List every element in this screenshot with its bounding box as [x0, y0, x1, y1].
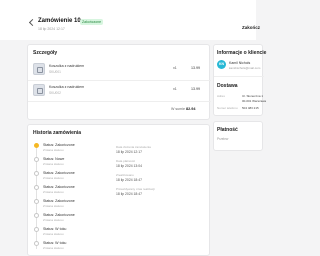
product-row[interactable]: Koszulka z nadrukiem SKU002 x1 13.99: [33, 84, 205, 98]
details-title: Szczegóły: [33, 50, 58, 56]
timeline-dot-icon: [34, 143, 39, 148]
phone-label: Numer telefonu: [217, 106, 238, 110]
payment-title: Płatność: [217, 127, 238, 133]
product-image-icon: [33, 63, 45, 75]
timeline-source: Zmiana statusu: [43, 232, 64, 236]
client-name[interactable]: Kamil Nichols: [229, 61, 250, 65]
payment-method: Przelew: [217, 137, 229, 141]
divider: [214, 76, 264, 77]
details-card: Szczegóły Koszulka z nadrukiem SKU001 x1…: [27, 44, 211, 120]
product-row[interactable]: Koszulka z nadrukiem SKU001 x1 13.99: [33, 63, 205, 77]
address-label: Adres: [217, 94, 225, 98]
timeline-status: Status: Nowe: [43, 157, 65, 161]
product-name: Koszulka z nadrukiem: [49, 85, 85, 89]
timeline-dot-icon: [34, 199, 39, 204]
timeline-dot-icon: [34, 241, 39, 246]
product-name: Koszulka z nadrukiem: [49, 64, 85, 68]
payment-card: Płatność Przelew: [213, 121, 263, 151]
address-line-1: Ul. Słoneczna 1: [242, 94, 264, 98]
timeline-source: Zmiana statusu: [43, 148, 64, 152]
divider: [28, 101, 211, 102]
product-quantity: x1: [173, 87, 177, 91]
page-title: Zamówienie 10: [38, 18, 81, 24]
page-header: Zamówienie 10 Zakończone 18 lip 2024 12:…: [0, 0, 260, 40]
delivery-title: Dostawa: [217, 83, 238, 89]
complete-button[interactable]: Zakończ: [242, 25, 260, 30]
status-badge: Zakończone: [80, 19, 104, 25]
event-label: Data płatności: [116, 159, 136, 163]
timeline-source: Zmiana statusu: [43, 204, 64, 208]
event-label: Data złożenia zamówienia: [116, 145, 151, 149]
timeline-dot-icon: [34, 185, 39, 190]
product-price: 13.99: [191, 66, 200, 70]
timeline-dot-icon: [34, 227, 39, 232]
product-image-icon: [33, 84, 45, 96]
client-email[interactable]: kamilnichols@mail.com: [229, 66, 260, 70]
product-sku: SKU002: [49, 91, 61, 95]
timeline-status: Status: W toku: [43, 241, 67, 245]
timeline-status: Status: W toku: [43, 227, 67, 231]
event-date: 18 lip 2024 18:47: [116, 178, 143, 182]
event-date: 18 lip 2024 13:04: [116, 164, 143, 168]
history-title: Historia zamówienia: [33, 130, 82, 136]
avatar: KN: [217, 60, 226, 69]
product-sku: SKU001: [49, 70, 61, 74]
timeline-status: Status: Zakończone: [43, 199, 75, 203]
product-price: 13.99: [191, 87, 200, 91]
product-quantity: x1: [173, 66, 177, 70]
total-value: 82.94: [186, 107, 196, 111]
phone-value: 504 483 215: [242, 106, 259, 110]
divider: [28, 80, 211, 81]
total-label: W sumie: [171, 107, 185, 111]
order-date: 18 lip 2024 12:17: [38, 27, 65, 31]
timeline-status: Status: Zakończone: [43, 143, 75, 147]
timeline-source: Zmiana statusu: [43, 176, 64, 180]
timeline-status: Status: Zakończone: [43, 185, 75, 189]
timeline-source: Zmiana statusu: [43, 246, 64, 250]
back-arrow-icon[interactable]: [28, 18, 37, 27]
timeline-dot-icon: [34, 171, 39, 176]
event-label: Zrealizowano: [116, 173, 134, 177]
address-line-2: 00-001 Warszawa: [242, 99, 267, 103]
timeline-dot-icon: [34, 157, 39, 162]
event-date: 18 lip 2024 18:47: [116, 192, 143, 196]
timeline-status: Status: Zakończone: [43, 213, 75, 217]
timeline-source: Zmiana statusu: [43, 218, 64, 222]
client-title: Informacje o kliencie: [217, 50, 267, 56]
timeline-status: Status: Zakończone: [43, 171, 75, 175]
timeline-source: Zmiana statusu: [43, 190, 64, 194]
event-label: Przewidywany czas realizacji: [116, 187, 155, 191]
timeline-source: Zmiana statusu: [43, 162, 64, 166]
event-date: 18 lip 2024 12:17: [116, 150, 143, 154]
timeline-dot-icon: [34, 213, 39, 218]
history-card: Historia zamówienia Status: Zakończone Z…: [27, 124, 210, 256]
client-card: Informacje o kliencie KN Kamil Nichols k…: [213, 44, 267, 116]
